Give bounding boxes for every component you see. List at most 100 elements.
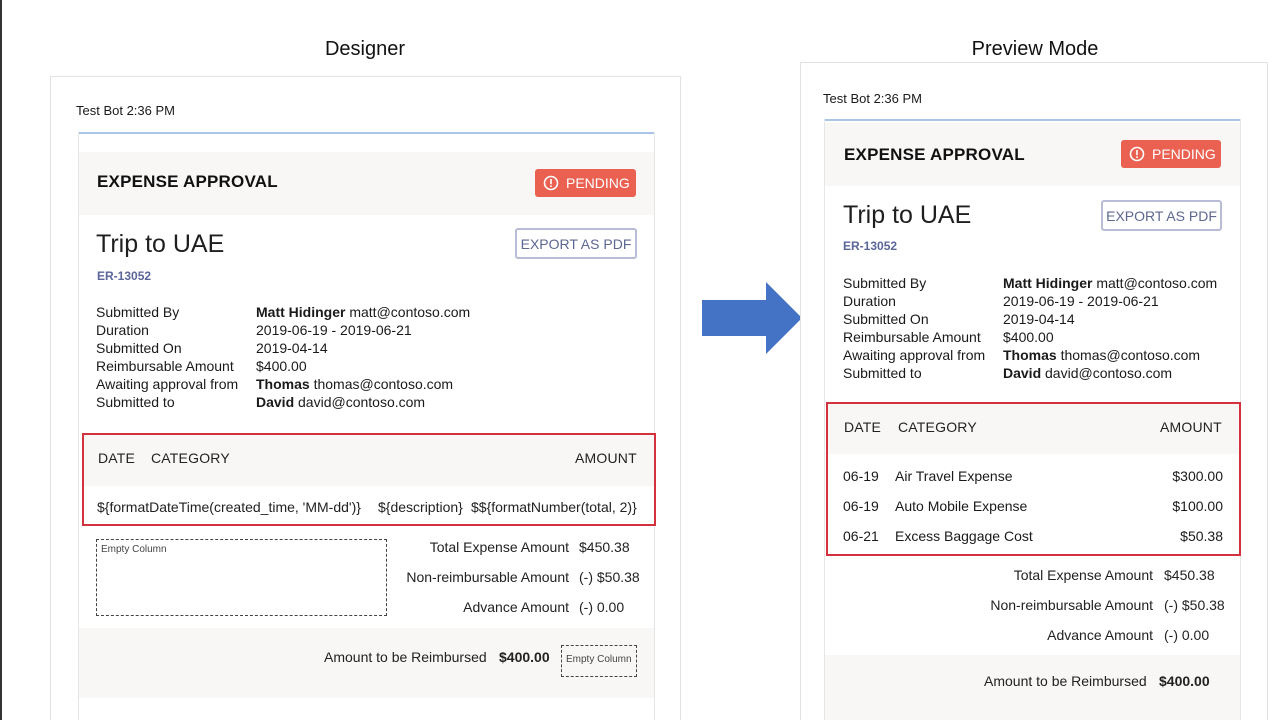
column-header-category: CATEGORY [898,419,977,435]
status-badge: PENDING [1121,140,1221,168]
fact-value-text: 2019-06-19 - 2019-06-21 [256,322,412,338]
card-header-title: EXPENSE APPROVAL [844,145,1025,164]
summary-value: (-) 0.00 [579,599,625,615]
table-cell-amount: $300.00 [1172,468,1223,484]
fact-value: Matt Hidinger matt@contoso.com [1003,274,1217,292]
table-row: 06-19 Air Travel Expense $300.00 [828,468,1239,486]
fact-label: Awaiting approval from [843,347,986,363]
card-accent-line [79,132,654,134]
fact-row: Duration 2019-06-19 - 2019-06-21 [96,321,470,339]
table-header: DATE CATEGORY AMOUNT [828,404,1239,454]
summary-row: Advance Amount (-) 0.00 [79,599,656,617]
fact-label: Submitted to [843,365,922,381]
reimbursed-value: $400.00 [499,649,550,665]
export-pdf-button[interactable]: EXPORT AS PDF [515,228,637,259]
fact-row: Submitted to David david@contoso.com [843,364,1217,382]
fact-value: Thomas thomas@contoso.com [256,375,453,393]
bot-message-header: Test Bot 2:36 PM [76,103,175,118]
table-row: 06-21 Excess Baggage Cost $50.38 [828,528,1239,546]
fact-label: Duration [843,293,896,309]
summary-value: (-) 0.00 [1164,627,1210,643]
card-accent-line [825,119,1240,121]
table-cell-date: 06-21 [843,528,879,544]
fact-value-text: david@contoso.com [1041,365,1173,381]
expense-table-template: DATE CATEGORY AMOUNT ${formatDateTime(cr… [82,433,656,526]
export-pdf-button[interactable]: EXPORT AS PDF [1101,200,1222,231]
template-description-expression: ${description} [378,499,463,515]
fact-row: Submitted On 2019-04-14 [96,339,470,357]
alert-circle-icon [1129,146,1145,162]
fact-label: Reimbursable Amount [96,358,234,374]
fact-value-text: david@contoso.com [294,394,426,410]
status-badge-label: PENDING [566,175,630,191]
summary-label: Total Expense Amount [429,539,569,555]
fact-value: 2019-04-14 [1003,310,1075,328]
fact-value-text: thomas@contoso.com [309,376,454,392]
summary-label: Total Expense Amount [1013,567,1153,583]
fact-person-name: David [256,394,295,410]
column-header-date: DATE [98,450,136,466]
fact-label: Reimbursable Amount [843,329,981,345]
fact-value: $400.00 [1003,328,1054,346]
fact-value: 2019-06-19 - 2019-06-21 [1003,292,1159,310]
fact-value-text: matt@contoso.com [1092,275,1218,291]
fact-value: $400.00 [256,357,307,375]
preview-pane: Test Bot 2:36 PM EXPENSE APPROVAL PENDIN… [800,62,1268,720]
fact-value-text: 2019-04-14 [1003,311,1075,327]
summary-value: (-) $50.38 [1164,597,1225,613]
fact-label: Awaiting approval from [96,376,239,392]
fact-label: Duration [96,322,149,338]
template-date-expression: ${formatDateTime(created_time, 'MM-dd')} [97,499,361,515]
reimbursement-band: Amount to be Reimbursed $400.00 Empty Co… [79,628,654,698]
card-header-title: EXPENSE APPROVAL [97,172,278,191]
fact-row: Reimbursable Amount $400.00 [96,357,470,375]
window-left-edge [0,0,2,720]
fact-label: Submitted By [96,304,180,320]
fact-value-text: $400.00 [256,358,307,374]
summary-value: $450.38 [1164,567,1215,583]
fact-value: 2019-06-19 - 2019-06-21 [256,321,412,339]
summary-value: $450.38 [579,539,630,555]
table-cell-date: 06-19 [843,468,879,484]
summary-row: Advance Amount (-) 0.00 [825,627,1242,645]
fact-set: Submitted By Matt Hidinger matt@contoso.c… [96,303,470,411]
empty-column-placeholder-small[interactable]: Empty Column [561,645,637,677]
fact-label: Submitted On [843,311,929,327]
fact-person-name: Thomas [256,376,310,392]
fact-row: Submitted By Matt Hidinger matt@contoso.c… [843,274,1217,292]
report-id: ER-13052 [97,269,152,283]
reimbursed-label: Amount to be Reimbursed [984,673,1147,689]
fact-label: Submitted By [843,275,927,291]
summary-section: Total Expense Amount $450.38 Non-reimbur… [825,567,1242,657]
fact-value-text: matt@contoso.com [345,304,471,320]
fact-row: Submitted By Matt Hidinger matt@contoso.c… [96,303,470,321]
summary-label: Non-reimbursable Amount [406,569,569,585]
column-header-amount: AMOUNT [1160,419,1222,435]
reimbursement-band: Amount to be Reimbursed $400.00 [825,655,1240,720]
trip-title: Trip to UAE [96,230,225,258]
bot-message-header: Test Bot 2:36 PM [823,91,922,106]
summary-value: (-) $50.38 [579,569,640,585]
fact-value: Thomas thomas@contoso.com [1003,346,1200,364]
fact-value: 2019-04-14 [256,339,328,357]
right-arrow-icon [702,282,802,354]
template-amount-expression: $${formatNumber(total, 2)} [471,499,637,515]
summary-row: Non-reimbursable Amount (-) $50.38 [825,597,1242,615]
card-header: EXPENSE APPROVAL PENDING [825,123,1240,186]
column-header-category: CATEGORY [151,450,230,466]
fact-value: David david@contoso.com [256,393,425,411]
report-id: ER-13052 [843,239,898,253]
fact-person-name: David [1003,365,1042,381]
table-cell-date: 06-19 [843,498,879,514]
fact-row: Reimbursable Amount $400.00 [843,328,1217,346]
designer-pane-title: Designer [324,38,406,60]
column-header-date: DATE [844,419,882,435]
reimbursed-label: Amount to be Reimbursed [324,649,487,665]
fact-value-text: thomas@contoso.com [1056,347,1201,363]
table-cell-category: Auto Mobile Expense [895,498,1028,514]
fact-value-text: 2019-04-14 [256,340,328,356]
table-header: DATE CATEGORY AMOUNT [84,435,654,486]
summary-label: Advance Amount [1047,627,1153,643]
fact-value: Matt Hidinger matt@contoso.com [256,303,470,321]
fact-person-name: Matt Hidinger [1003,275,1093,291]
